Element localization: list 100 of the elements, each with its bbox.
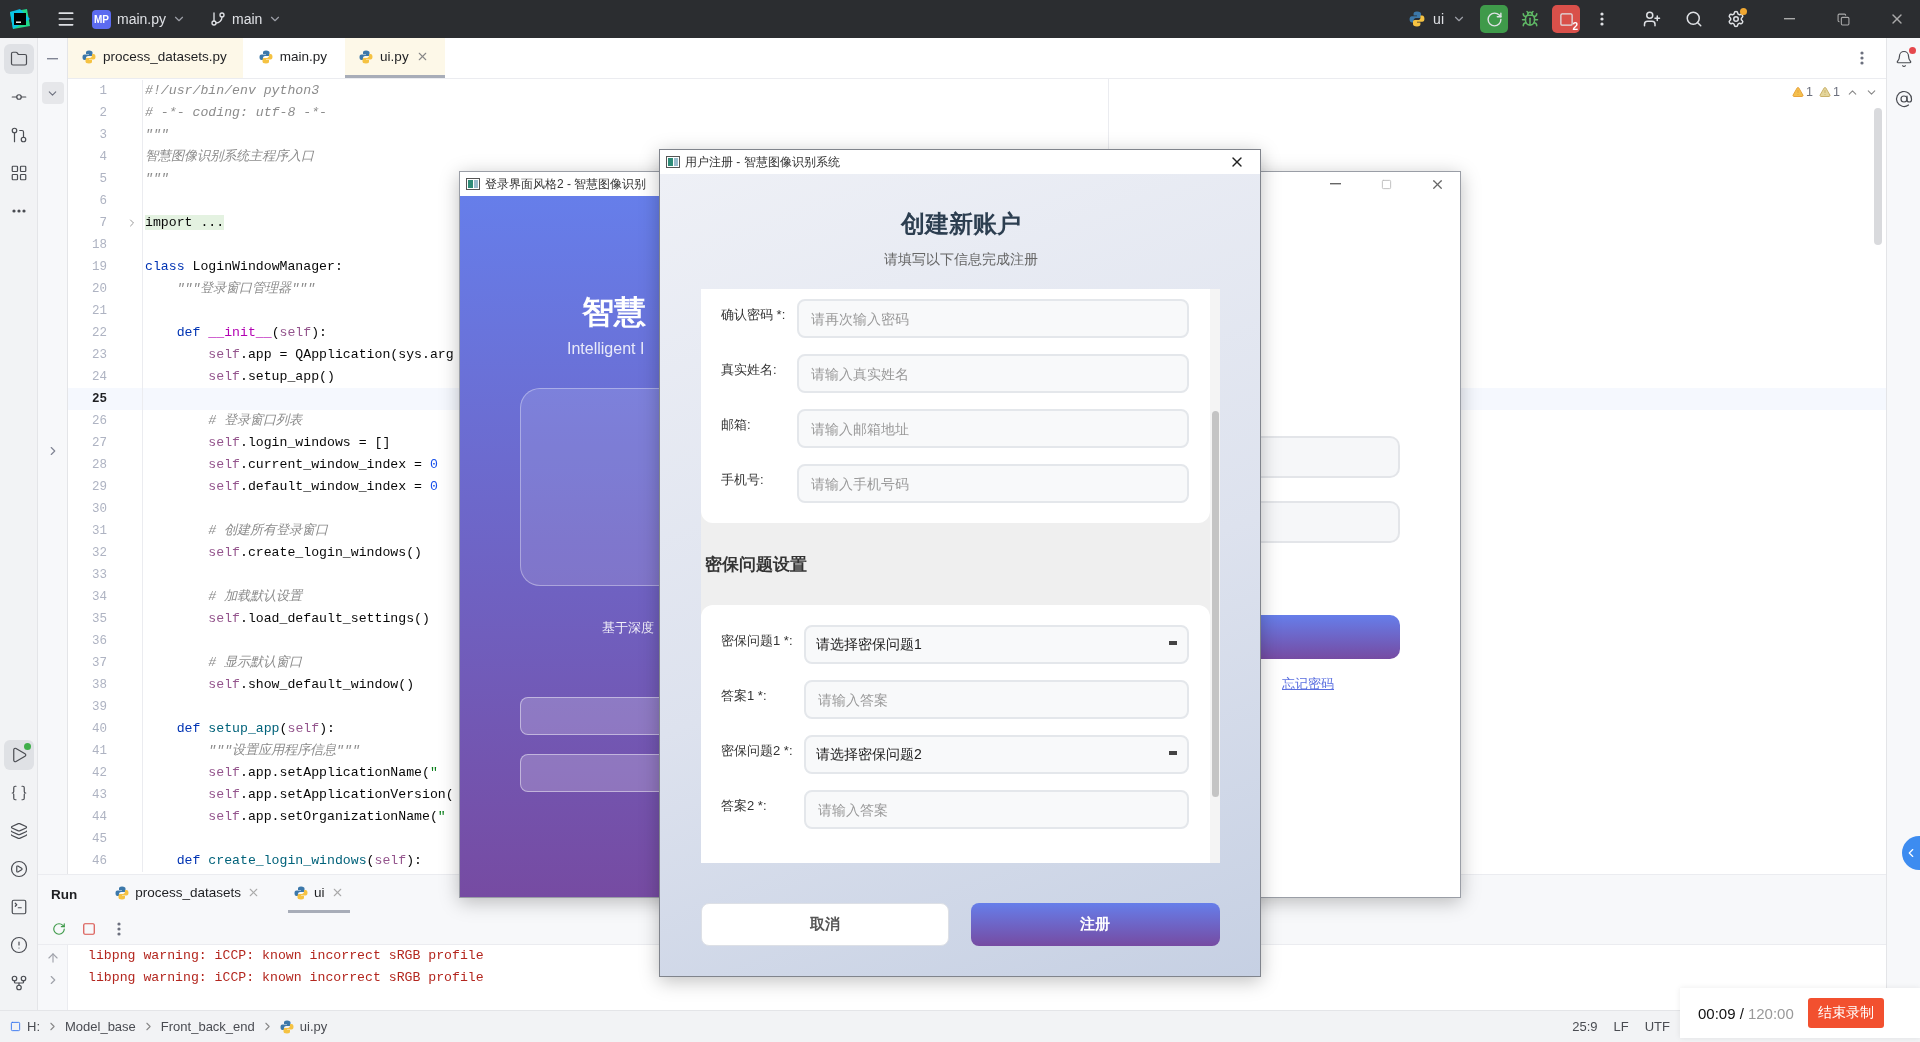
line-number: 40 <box>91 722 107 736</box>
more-icon[interactable] <box>1860 51 1864 65</box>
code-line: self.show_default_window() <box>207 676 415 694</box>
scrollbar[interactable] <box>1874 108 1882 245</box>
scrollbar-thumb[interactable] <box>1211 411 1219 797</box>
terminal-icon <box>9 898 28 916</box>
breadcrumb[interactable]: ui.py <box>299 1019 328 1034</box>
dialog-subtitle: 请填写以下信息完成注册 <box>882 250 1039 269</box>
forgot-password-link[interactable]: 忘记密码 <box>1282 675 1400 693</box>
line-number: 36 <box>91 634 107 648</box>
branch-name[interactable]: main <box>232 11 263 27</box>
run-tab[interactable]: process_datasets <box>109 875 267 913</box>
code-line: #!/usr/bin/env python3 <box>145 82 320 100</box>
line-number: 43 <box>91 788 107 802</box>
breadcrumb[interactable]: Front_back_end <box>160 1019 255 1034</box>
editor-tab[interactable]: ui.py <box>345 38 445 78</box>
bell-icon <box>1894 50 1913 68</box>
status-item[interactable]: LF <box>1613 1019 1629 1034</box>
input-field[interactable]: 请输入手机号码 <box>797 464 1189 503</box>
rerun-icon <box>52 921 66 936</box>
app-logo-icon[interactable] <box>10 9 30 29</box>
window-icon <box>666 156 680 168</box>
code-line: self.setup_app() <box>207 368 335 386</box>
status-item[interactable]: 25:9 <box>1572 1019 1598 1034</box>
field-label: 邮箱: <box>721 416 752 434</box>
collapse-button[interactable] <box>41 82 64 104</box>
more-icon <box>11 209 26 213</box>
console-output-line: libpng warning: iCCP: known incorrect sRGB profile <box>87 947 484 965</box>
glass-button[interactable] <box>520 697 660 735</box>
field-label: 确认密码 *: <box>721 306 787 324</box>
code-line: self.login_windows = [] <box>207 434 391 452</box>
file-icon <box>82 49 96 64</box>
notification-dot <box>1740 8 1747 15</box>
dropdown[interactable]: 请选择密保问题2 <box>804 735 1189 774</box>
line-number: 5 <box>98 172 107 186</box>
line-number: 24 <box>91 370 107 384</box>
more-icon <box>117 921 121 936</box>
line-number: 30 <box>91 502 107 516</box>
alert-icon <box>9 936 28 954</box>
braces-icon <box>9 784 28 802</box>
project-name[interactable]: main.py <box>117 11 167 27</box>
warning-count[interactable]: 1 <box>1792 85 1814 99</box>
line-number: 4 <box>98 150 107 164</box>
process-count: 2 <box>1572 21 1578 32</box>
code-line: self.app.setApplicationVersion( <box>207 786 454 804</box>
run-config-name[interactable]: ui <box>1433 11 1444 27</box>
editor-tab[interactable]: process_datasets.py <box>68 38 243 78</box>
input-field[interactable] <box>1261 501 1400 543</box>
glass-button[interactable] <box>520 754 660 792</box>
field-label: 真实姓名: <box>721 361 778 379</box>
line-number: 1 <box>98 84 107 98</box>
rerun-button[interactable] <box>1480 5 1508 33</box>
input-field[interactable]: 请再次输入密码 <box>797 299 1189 338</box>
register-button[interactable]: 注册 <box>970 903 1220 946</box>
breadcrumb[interactable]: H: <box>27 1019 40 1034</box>
input-field[interactable]: 请输入答案 <box>804 790 1189 829</box>
minus-icon[interactable] <box>47 58 58 60</box>
dropdown[interactable]: 请选择密保问题1 <box>804 625 1189 664</box>
run-tool-button[interactable] <box>3 740 34 770</box>
code-line: self.app.setOrganizationName(" <box>207 808 446 826</box>
status-item[interactable]: UTF <box>1644 1019 1670 1034</box>
input-field[interactable]: 请输入邮箱地址 <box>797 409 1189 448</box>
stop-recording-button[interactable]: 结束录制 <box>1807 998 1884 1028</box>
login-button[interactable] <box>1261 615 1400 659</box>
line-number: 3 <box>98 128 107 142</box>
code-line: """设置应用程序信息""" <box>207 742 360 760</box>
branch-icon <box>9 974 28 992</box>
input-field[interactable]: 请输入答案 <box>804 680 1189 719</box>
code-line: """ <box>145 126 169 144</box>
at-sign-icon <box>1894 90 1913 108</box>
rerun-icon <box>1485 10 1503 28</box>
menu-icon <box>56 9 76 29</box>
line-number: 18 <box>91 238 107 252</box>
line-number: 21 <box>91 304 107 318</box>
warning-count[interactable]: 1 <box>1819 85 1840 99</box>
run-config-icon <box>1409 11 1426 27</box>
project-tool-button[interactable] <box>3 44 34 74</box>
line-number: 28 <box>91 458 107 472</box>
arrow-up-icon[interactable] <box>45 951 60 965</box>
input-field[interactable]: 请输入真实姓名 <box>797 354 1189 393</box>
breadcrumb[interactable]: Model_base <box>65 1019 136 1034</box>
window-title: 登录界面风格2 - 智慧图像识别 <box>485 175 647 193</box>
line-number: 29 <box>91 480 107 494</box>
code-line: self.load_default_settings() <box>207 610 430 628</box>
line-number: 19 <box>91 260 107 274</box>
code-line: """ <box>145 170 169 188</box>
input-field[interactable] <box>1261 436 1400 478</box>
cancel-button[interactable]: 取消 <box>701 903 949 946</box>
stop-button[interactable]: 2 <box>1552 5 1580 33</box>
file-icon <box>359 49 374 64</box>
line-number: 27 <box>91 436 107 450</box>
line-number: 45 <box>91 832 107 846</box>
line-number: 33 <box>91 568 107 582</box>
notification-dot <box>1908 47 1916 54</box>
file-icon <box>258 49 273 64</box>
code-line: self.current_window_index = 0 <box>207 456 438 474</box>
line-number: 23 <box>91 348 107 362</box>
section-heading: 密保问题设置 <box>704 553 808 576</box>
line-number: 41 <box>91 744 107 758</box>
brand-title: 智慧 <box>582 293 647 332</box>
